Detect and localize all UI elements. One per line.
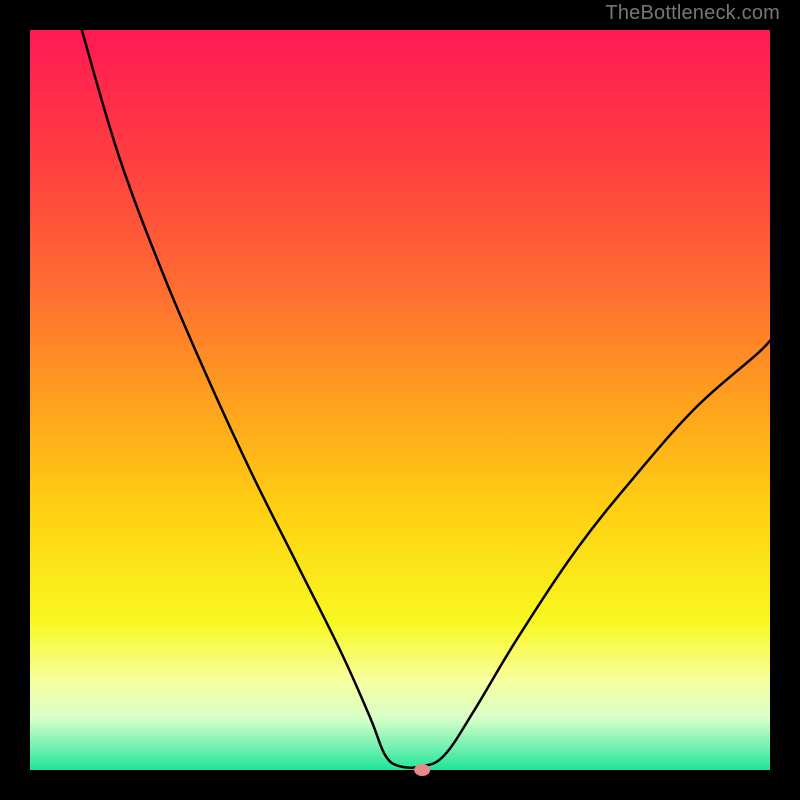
- watermark-text: TheBottleneck.com: [605, 2, 780, 25]
- chart-container: TheBottleneck.com: [0, 0, 800, 800]
- optimum-marker: [414, 764, 430, 776]
- bottleneck-chart: [0, 0, 800, 800]
- plot-background: [30, 30, 770, 770]
